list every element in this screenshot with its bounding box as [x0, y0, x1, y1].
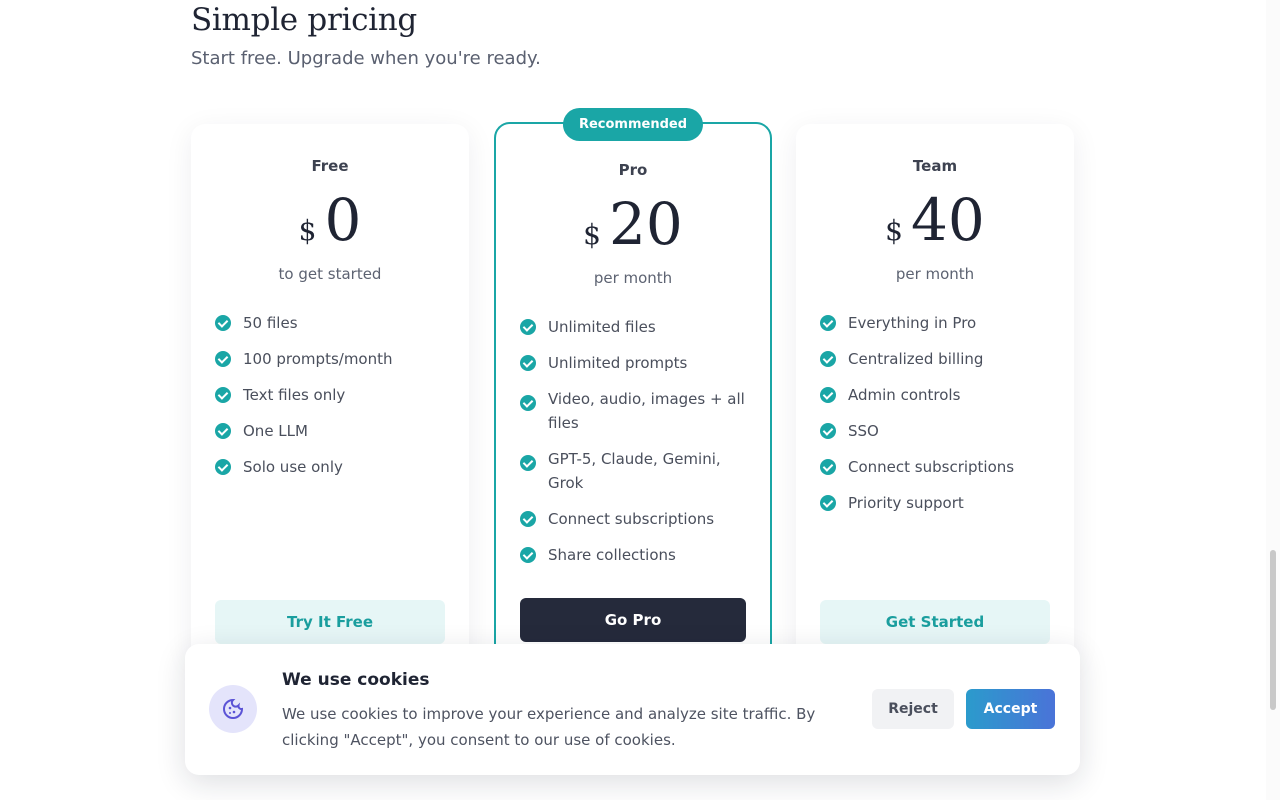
check-circle-icon — [520, 395, 536, 411]
plan-name: Team — [912, 157, 958, 175]
page-subtitle: Start free. Upgrade when you're ready. — [191, 48, 541, 69]
feature-label: Connect subscriptions — [548, 510, 715, 528]
get-started-button[interactable]: Get Started — [820, 600, 1050, 644]
feature-list: Unlimited files Unlimited prompts Video,… — [520, 315, 746, 567]
price-amount: 40 — [911, 186, 985, 254]
feature-label: Centralized billing — [848, 350, 984, 368]
feature-label: 50 files — [243, 314, 298, 332]
feature-item: Connect subscriptions — [820, 455, 1050, 479]
feature-label: Unlimited files — [548, 318, 656, 336]
price-period: to get started — [278, 265, 382, 283]
recommended-badge: Recommended — [562, 108, 704, 141]
plan-card-pro: Recommended Pro $ 20 per month Unlimited… — [494, 108, 772, 682]
feature-label: Admin controls — [848, 386, 961, 404]
check-circle-icon — [520, 319, 536, 335]
feature-label: Unlimited prompts — [548, 354, 688, 372]
check-circle-icon — [820, 423, 836, 439]
price-period: per month — [895, 265, 975, 283]
price-currency: $ — [298, 214, 317, 247]
feature-item: Connect subscriptions — [520, 507, 746, 531]
feature-item: GPT-5, Claude, Gemini, Grok — [520, 447, 746, 495]
feature-label: Video, audio, images + all files — [548, 390, 745, 432]
feature-label: Connect subscriptions — [848, 458, 1015, 476]
feature-label: Solo use only — [243, 458, 343, 476]
feature-label: Priority support — [848, 494, 964, 512]
feature-label: Text files only — [243, 386, 346, 404]
feature-item: Centralized billing — [820, 347, 1050, 371]
plan-name: Pro — [618, 161, 648, 179]
feature-item: Text files only — [215, 383, 445, 407]
check-circle-icon — [215, 387, 231, 403]
check-circle-icon — [520, 511, 536, 527]
check-circle-icon — [520, 547, 536, 563]
feature-item: Solo use only — [215, 455, 445, 479]
plan-price: $ 40 — [796, 191, 1074, 249]
cookie-title: We use cookies — [282, 670, 430, 690]
feature-item: Video, audio, images + all files — [520, 387, 746, 435]
feature-label: 100 prompts/month — [243, 350, 393, 368]
check-circle-icon — [820, 495, 836, 511]
check-circle-icon — [215, 315, 231, 331]
check-circle-icon — [520, 355, 536, 371]
check-circle-icon — [520, 455, 536, 471]
check-circle-icon — [215, 351, 231, 367]
page-title: Simple pricing — [191, 2, 417, 38]
plan-name: Free — [311, 157, 349, 175]
cookie-icon — [209, 685, 257, 733]
feature-item: Everything in Pro — [820, 311, 1050, 335]
feature-item: 50 files — [215, 311, 445, 335]
scrollbar-thumb[interactable] — [1270, 550, 1276, 710]
check-circle-icon — [820, 351, 836, 367]
check-circle-icon — [215, 423, 231, 439]
go-pro-button[interactable]: Go Pro — [520, 598, 746, 642]
check-circle-icon — [215, 459, 231, 475]
feature-item: Unlimited files — [520, 315, 746, 339]
feature-item: Unlimited prompts — [520, 351, 746, 375]
price-currency: $ — [885, 214, 903, 247]
feature-item: One LLM — [215, 419, 445, 443]
feature-label: One LLM — [243, 422, 308, 440]
price-period: per month — [593, 269, 673, 287]
feature-label: Everything in Pro — [848, 314, 977, 332]
feature-item: Share collections — [520, 543, 746, 567]
plan-price: $ 20 — [496, 195, 770, 253]
plan-price: $ 0 — [191, 191, 469, 249]
try-it-free-button[interactable]: Try It Free — [215, 600, 445, 644]
accept-button[interactable]: Accept — [966, 689, 1055, 729]
plan-card-free: Free $ 0 to get started 50 files 100 pro… — [191, 124, 469, 664]
feature-label: Share collections — [548, 546, 676, 564]
cookie-banner: We use cookies We use cookies to improve… — [185, 644, 1080, 775]
check-circle-icon — [820, 387, 836, 403]
pricing-header: Simple pricing Start free. Upgrade when … — [191, 2, 541, 69]
feature-item: 100 prompts/month — [215, 347, 445, 371]
price-amount: 0 — [324, 186, 362, 254]
feature-item: Priority support — [820, 491, 1050, 515]
feature-item: SSO — [820, 419, 1050, 443]
feature-list: 50 files 100 prompts/month Text files on… — [215, 311, 445, 479]
feature-label: GPT-5, Claude, Gemini, Grok — [548, 450, 721, 492]
cookie-description: We use cookies to improve your experienc… — [282, 705, 816, 749]
feature-list: Everything in Pro Centralized billing Ad… — [820, 311, 1050, 515]
check-circle-icon — [820, 459, 836, 475]
price-amount: 20 — [609, 190, 683, 258]
plan-card-team: Team $ 40 per month Everything in Pro Ce… — [796, 124, 1074, 664]
feature-label: SSO — [848, 422, 879, 440]
page-scrollbar[interactable] — [1266, 0, 1280, 800]
price-currency: $ — [583, 218, 601, 251]
reject-button[interactable]: Reject — [872, 689, 954, 729]
check-circle-icon — [820, 315, 836, 331]
feature-item: Admin controls — [820, 383, 1050, 407]
